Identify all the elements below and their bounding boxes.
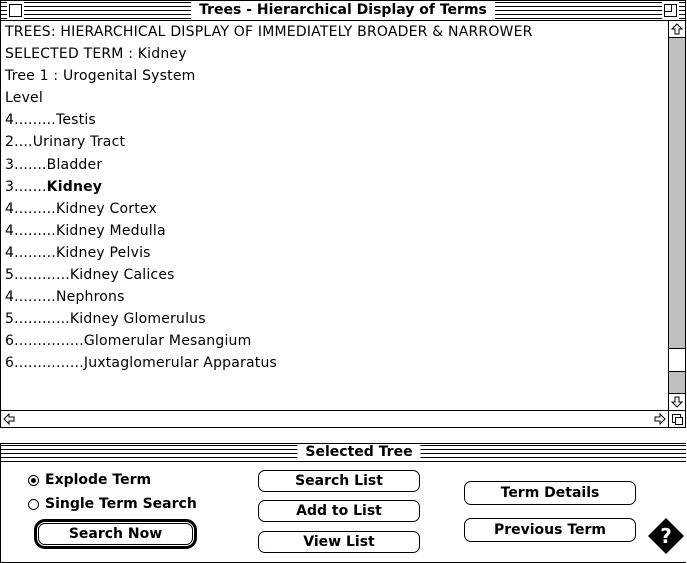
hierarchy-line[interactable]: 4.........Kidney Pelvis [1, 242, 668, 264]
trees-window: Trees - Hierarchical Display of Terms TR… [0, 0, 686, 428]
hierarchy-line[interactable]: 2....Urinary Tract [1, 131, 668, 153]
vertical-scrollbar[interactable] [668, 21, 685, 410]
radio-label: Single Term Search [45, 496, 197, 512]
search-list-button[interactable]: Search List [258, 470, 420, 492]
hierarchy-list: TREES: HIERARCHICAL DISPLAY OF IMMEDIATE… [1, 21, 668, 410]
search-now-button[interactable]: Search Now [34, 519, 197, 549]
window-title: Trees - Hierarchical Display of Terms [191, 2, 495, 19]
radio-off-icon[interactable] [28, 498, 39, 510]
hierarchy-line[interactable]: 4.........Testis [1, 109, 668, 131]
trees-window-titlebar[interactable]: Trees - Hierarchical Display of Terms [1, 1, 685, 21]
close-box[interactable] [9, 4, 22, 17]
hierarchy-line[interactable]: SELECTED TERM : Kidney [1, 43, 668, 65]
radio-single-term-search[interactable]: Single Term Search [28, 496, 197, 512]
hierarchy-line[interactable]: 6...............Juxtaglomerular Apparatu… [1, 352, 668, 374]
left-arrow-icon[interactable] [1, 411, 17, 427]
level-prefix: 3....... [5, 178, 47, 195]
radio-on-icon[interactable] [28, 474, 39, 486]
hierarchy-line[interactable]: 3.......Bladder [1, 154, 668, 176]
hierarchy-line[interactable]: 6...............Glomerular Mesangium [1, 330, 668, 352]
hierarchy-line[interactable]: 4.........Kidney Medulla [1, 220, 668, 242]
scroll-thumb[interactable] [669, 348, 685, 372]
hierarchy-line[interactable]: 5............Kidney Glomerulus [1, 308, 668, 330]
down-arrow-icon[interactable] [669, 394, 685, 410]
radio-label: Explode Term [45, 472, 152, 488]
view-list-button[interactable]: View List [258, 531, 420, 553]
horizontal-scrollbar[interactable] [1, 410, 668, 427]
grow-box[interactable] [668, 410, 685, 427]
selected-tree-window: Selected Tree Explode Term Single Term S… [0, 443, 686, 563]
help-diamond-icon[interactable]: ? [647, 517, 685, 555]
selected-tree-titlebar[interactable]: Selected Tree [1, 444, 686, 462]
selected-term: Kidney [46, 178, 103, 195]
term-details-button[interactable]: Term Details [464, 481, 636, 505]
add-to-list-button[interactable]: Add to List [258, 500, 420, 522]
scroll-track[interactable] [669, 37, 685, 394]
previous-term-button[interactable]: Previous Term [464, 518, 636, 542]
hierarchy-line[interactable]: 4.........Nephrons [1, 286, 668, 308]
selected-tree-title: Selected Tree [297, 444, 421, 460]
hierarchy-line[interactable]: 4.........Kidney Cortex [1, 198, 668, 220]
hierarchy-line[interactable]: TREES: HIERARCHICAL DISPLAY OF IMMEDIATE… [1, 21, 668, 43]
svg-text:?: ? [660, 524, 672, 548]
zoom-box[interactable] [664, 4, 677, 17]
hierarchy-line[interactable]: Tree 1 : Urogenital System [1, 65, 668, 87]
hierarchy-line[interactable]: 5............Kidney Calices [1, 264, 668, 286]
radio-explode-term[interactable]: Explode Term [28, 472, 151, 488]
hierarchy-line[interactable]: Level [1, 87, 668, 109]
up-arrow-icon[interactable] [669, 21, 685, 37]
hierarchy-line[interactable]: 3.......Kidney [1, 176, 668, 198]
right-arrow-icon[interactable] [652, 411, 668, 427]
